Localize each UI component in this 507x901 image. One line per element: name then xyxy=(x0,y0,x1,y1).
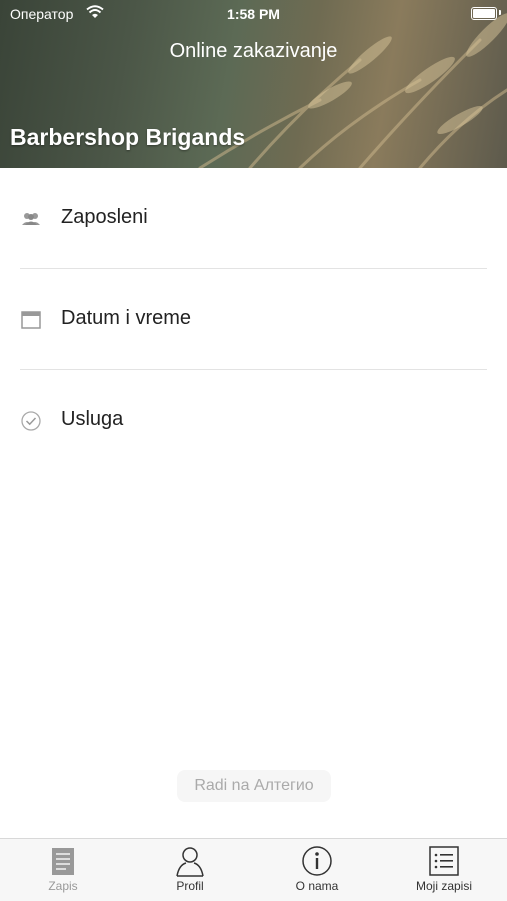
tab-profil[interactable]: Profil xyxy=(127,839,253,901)
tab-label: Zapis xyxy=(48,879,78,893)
clock: 1:58 PM xyxy=(227,6,280,22)
calendar-icon xyxy=(21,311,41,329)
tab-moji-zapisi[interactable]: Moji zapisi xyxy=(381,839,507,901)
tab-label: O nama xyxy=(295,879,339,893)
tab-o-nama[interactable]: O nama xyxy=(254,839,380,901)
info-icon xyxy=(302,846,332,876)
menu-item-label: Zaposleni xyxy=(61,206,148,228)
header-banner: Оператор 1:58 PM Online zakazivanje Barb… xyxy=(0,0,507,168)
menu-item-datetime[interactable]: Datum i vreme xyxy=(0,269,507,370)
shop-name: Barbershop Brigands xyxy=(10,124,246,150)
page-title: Online zakazivanje xyxy=(169,40,338,62)
list-icon xyxy=(429,846,459,876)
person-icon xyxy=(176,847,204,877)
tab-label: Profil xyxy=(176,879,204,893)
menu-item-label: Usluga xyxy=(61,408,124,430)
menu-item-label: Datum i vreme xyxy=(61,307,192,329)
booking-menu: Zaposleni Datum i vreme Usluga xyxy=(0,168,507,471)
status-bar: Оператор 1:58 PM xyxy=(0,0,507,28)
powered-by-label[interactable]: Radi na Алтегио xyxy=(177,770,331,802)
tab-zapis[interactable]: Zapis xyxy=(0,839,126,901)
tab-label: Moji zapisi xyxy=(415,879,472,893)
tab-bar: Zapis Profil O nama Moji zapisi xyxy=(0,838,507,901)
checkmark-circle-icon xyxy=(21,411,41,431)
battery-icon xyxy=(471,7,497,20)
menu-item-service[interactable]: Usluga xyxy=(0,370,507,471)
battery-tip xyxy=(499,10,501,15)
people-icon xyxy=(22,213,40,225)
document-icon xyxy=(52,848,74,875)
menu-item-employees[interactable]: Zaposleni xyxy=(0,168,507,269)
